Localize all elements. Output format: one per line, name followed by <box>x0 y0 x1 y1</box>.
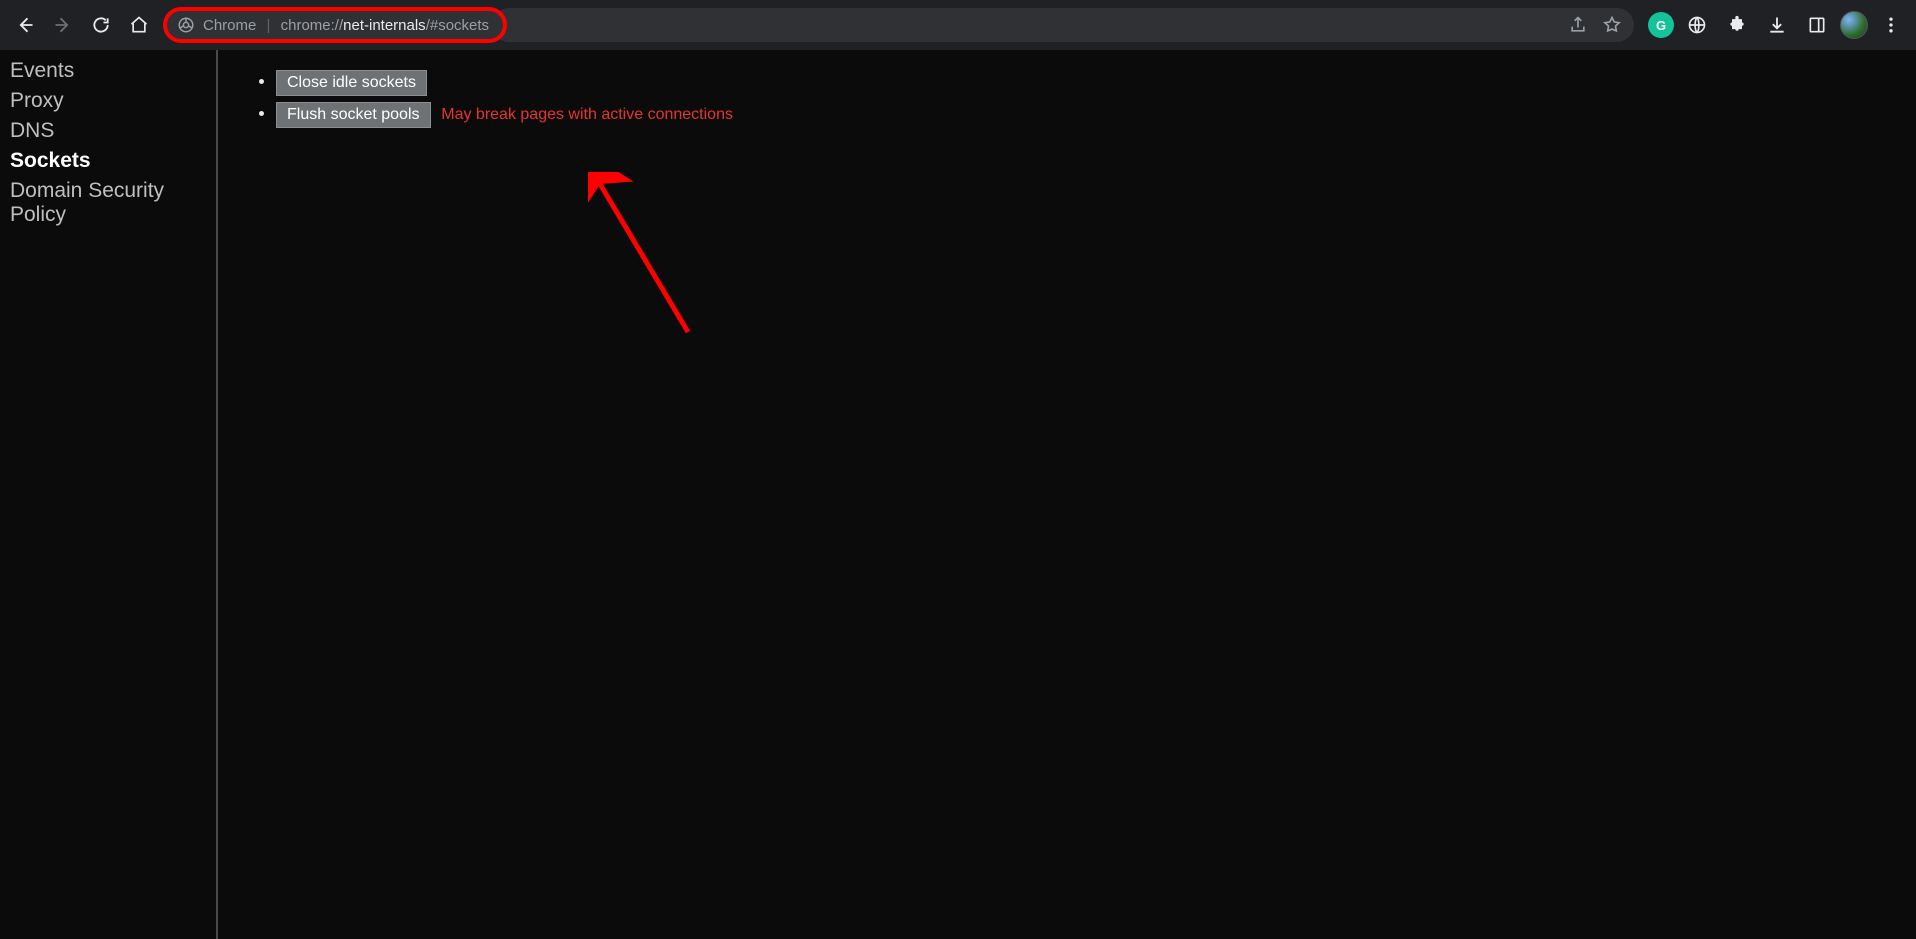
sidebar-item-proxy[interactable]: Proxy <box>0 86 216 116</box>
back-button[interactable] <box>8 8 42 42</box>
reload-button[interactable] <box>84 8 118 42</box>
browser-toolbar: Chrome | chrome://net-internals/#sockets… <box>0 0 1916 50</box>
flush-socket-pools-button[interactable]: Flush socket pools <box>276 102 431 128</box>
sidebar-item-dns[interactable]: DNS <box>0 116 216 146</box>
omnibox-highlight[interactable]: Chrome | chrome://net-internals/#sockets <box>164 8 506 42</box>
profile-avatar[interactable] <box>1840 11 1868 39</box>
omnibox-url-prefix: chrome:// <box>281 17 344 34</box>
sidebar-item-events[interactable]: Events <box>0 56 216 86</box>
side-panel-button[interactable] <box>1800 8 1834 42</box>
bookmark-star-icon[interactable] <box>1602 15 1622 35</box>
forward-button[interactable] <box>46 8 80 42</box>
annotation-arrow-icon <box>588 172 708 342</box>
home-icon <box>129 15 149 35</box>
flush-warning-text: May break pages with active connections <box>441 106 733 123</box>
omnibox-origin-label: Chrome <box>203 17 256 34</box>
omnibox-url-host: net-internals <box>343 17 426 34</box>
back-arrow-icon <box>15 15 35 35</box>
omnibox[interactable] <box>492 8 1634 42</box>
globe-icon <box>1687 15 1707 35</box>
extensions-button[interactable] <box>1720 8 1754 42</box>
sidebar-item-sockets[interactable]: Sockets <box>0 146 216 176</box>
socket-actions-list: Close idle sockets Flush socket pools Ma… <box>238 70 1916 128</box>
extension-globe-icon[interactable] <box>1680 8 1714 42</box>
sidebar-item-domain-security-policy[interactable]: Domain Security Policy <box>0 176 216 230</box>
home-button[interactable] <box>122 8 156 42</box>
share-icon[interactable] <box>1568 15 1588 35</box>
toolbar-right: G <box>1638 8 1908 42</box>
side-panel-icon <box>1807 15 1827 35</box>
close-idle-sockets-button[interactable]: Close idle sockets <box>276 70 427 96</box>
puzzle-icon <box>1727 15 1747 35</box>
reload-icon <box>91 15 111 35</box>
forward-arrow-icon <box>53 15 73 35</box>
download-icon <box>1767 15 1787 35</box>
chrome-origin-icon <box>177 16 195 34</box>
omnibox-url-suffix: /#sockets <box>426 17 489 34</box>
content-area: Close idle sockets Flush socket pools Ma… <box>218 50 1916 939</box>
list-item: Flush socket pools May break pages with … <box>276 102 1916 128</box>
extension-grammarly-icon[interactable]: G <box>1648 12 1674 38</box>
list-item: Close idle sockets <box>276 70 1916 96</box>
sidebar: Events Proxy DNS Sockets Domain Security… <box>0 50 218 939</box>
page-body: Events Proxy DNS Sockets Domain Security… <box>0 50 1916 939</box>
omnibox-text: Chrome | chrome://net-internals/#sockets <box>203 17 489 34</box>
kebab-menu-icon <box>1881 15 1901 35</box>
chrome-menu-button[interactable] <box>1874 8 1908 42</box>
downloads-button[interactable] <box>1760 8 1794 42</box>
